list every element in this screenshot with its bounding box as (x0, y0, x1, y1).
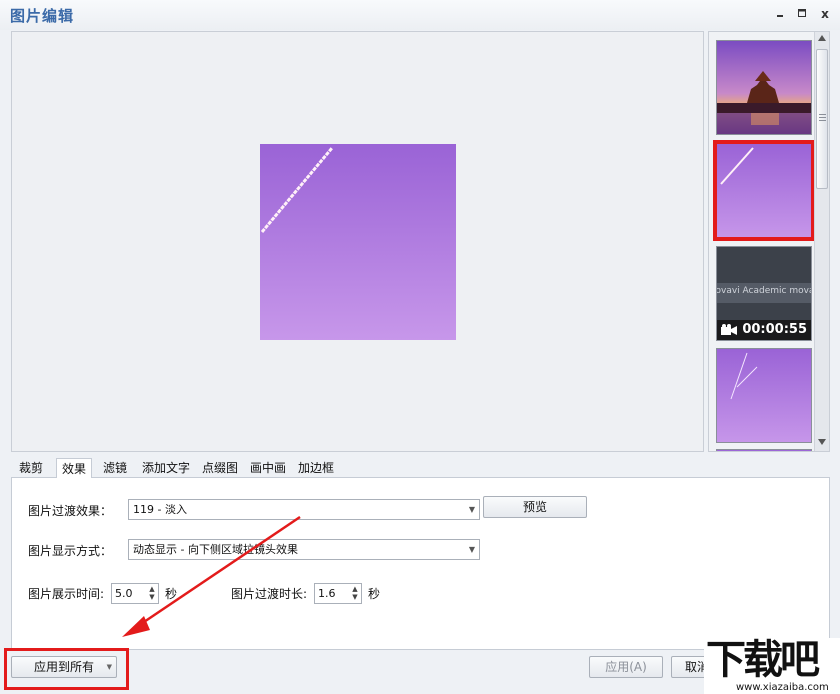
spin-arrows-icon[interactable]: ▲ ▼ (350, 585, 360, 602)
tab-add-text[interactable]: 添加文字 (137, 458, 195, 478)
thumbnail-pagoda[interactable] (716, 40, 812, 135)
transition-time-unit: 秒 (368, 587, 381, 601)
effect-tabs: 裁剪 效果 滤镜 添加文字 点缀图 画中画 加边框 (11, 458, 830, 479)
preview-image (260, 144, 456, 340)
show-time-label: 图片展示时间: (28, 587, 105, 601)
transition-time-value: 1.6 (318, 587, 336, 600)
site-watermark: 下载吧 www.xiazaiba.com (704, 638, 840, 694)
tab-crop[interactable]: 裁剪 (14, 458, 48, 478)
chevron-down-icon: ▼ (468, 545, 475, 554)
display-mode-select[interactable]: 动态显示 - 向下侧区域拉镜头效果 ▼ (128, 539, 480, 560)
tab-filters[interactable]: 滤镜 (98, 458, 132, 478)
thumbnail-strip: Movavi Academic movavi 00:00:55 (708, 31, 830, 452)
show-time-unit: 秒 (165, 587, 178, 601)
video-duration: 00:00:55 (742, 322, 807, 337)
video-camera-icon (721, 324, 737, 336)
preview-button[interactable]: 预览 (483, 496, 587, 518)
tab-picture-in-picture[interactable]: 画中画 (245, 458, 291, 478)
title-bar: 图片编辑 x (0, 0, 840, 30)
tab-add-border[interactable]: 加边框 (293, 458, 339, 478)
tab-effects[interactable]: 效果 (56, 458, 93, 479)
minimize-icon[interactable] (772, 6, 788, 22)
chevron-down-icon: ▼ (468, 505, 475, 514)
highlight-annotation (4, 648, 129, 690)
window-title: 图片编辑 (10, 7, 75, 25)
display-mode-value: 动态显示 - 向下侧区域拉镜头效果 (133, 543, 298, 556)
close-icon[interactable]: x (817, 6, 833, 22)
transition-effect-label: 图片过渡效果： (28, 504, 113, 518)
spin-arrows-icon[interactable]: ▲ ▼ (147, 585, 157, 602)
maximize-icon[interactable] (794, 6, 810, 22)
scroll-up-icon[interactable] (815, 32, 829, 47)
thumbnail-purple-sky-2[interactable] (716, 348, 812, 443)
thumbnail-partial[interactable] (716, 449, 812, 451)
transition-time-stepper[interactable]: 1.6 ▲ ▼ (314, 583, 362, 604)
show-time-stepper[interactable]: 5.0 ▲ ▼ (111, 583, 159, 604)
thumbnail-purple-sky[interactable] (713, 140, 815, 241)
apply-button[interactable]: 应用(A) (589, 656, 663, 678)
display-mode-label: 图片显示方式： (28, 544, 113, 558)
preview-pane (11, 31, 704, 452)
video-duration-bar: 00:00:55 (717, 320, 811, 340)
watermark-url: www.xiazaiba.com (736, 682, 829, 693)
effects-panel: 图片过渡效果： 119 - 淡入 ▼ 预览 图片显示方式： 动态显示 - 向下侧… (11, 478, 830, 650)
scroll-down-icon[interactable] (815, 436, 829, 451)
show-time-value: 5.0 (115, 587, 133, 600)
thumbnail-scrollbar[interactable] (814, 32, 829, 451)
transition-effect-value: 119 - 淡入 (133, 503, 187, 516)
tab-decoration[interactable]: 点缀图 (197, 458, 243, 478)
video-brand-text: Movavi Academic movavi (717, 286, 812, 296)
scroll-thumb[interactable] (816, 49, 828, 189)
transition-time-label: 图片过渡时长: (231, 587, 308, 601)
thumbnail-video[interactable]: Movavi Academic movavi 00:00:55 (716, 246, 812, 341)
watermark-logo: 下载吧 (706, 637, 820, 683)
transition-effect-select[interactable]: 119 - 淡入 ▼ (128, 499, 480, 520)
